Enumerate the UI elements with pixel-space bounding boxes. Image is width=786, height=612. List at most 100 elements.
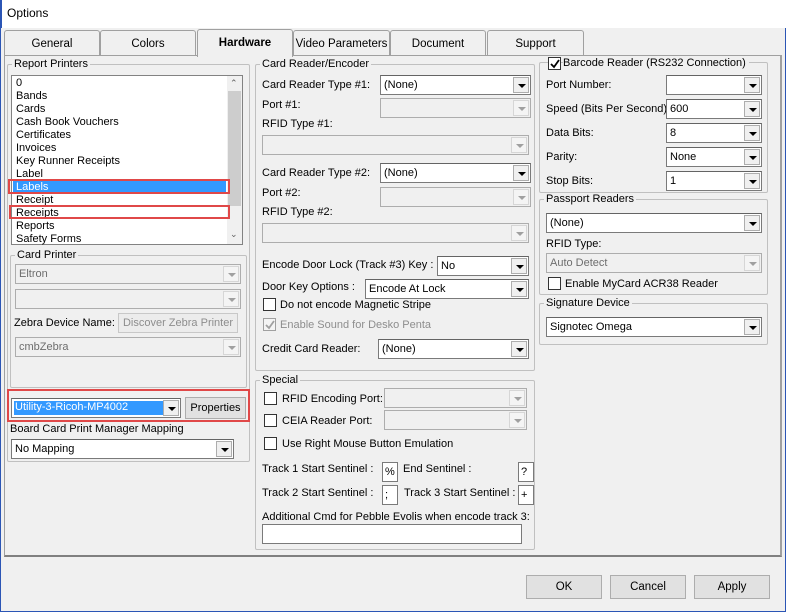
window-title: Options xyxy=(7,6,49,20)
card-reader-type2-select[interactable]: (None) xyxy=(380,163,531,183)
highlight-box-labels xyxy=(8,179,230,194)
chevron-down-icon[interactable] xyxy=(163,400,179,416)
chevron-down-icon[interactable] xyxy=(513,189,529,205)
apply-button[interactable]: Apply xyxy=(694,575,770,599)
chevron-down-icon[interactable] xyxy=(744,77,760,93)
desko-sound-checkbox[interactable] xyxy=(263,318,276,331)
parity-select[interactable]: None xyxy=(666,147,762,167)
port-number-select[interactable] xyxy=(666,75,762,95)
end-sentinel-input[interactable]: ? xyxy=(518,462,534,482)
chevron-down-icon[interactable] xyxy=(511,341,527,357)
chevron-down-icon[interactable] xyxy=(509,390,525,406)
ceia-reader-port-checkbox[interactable] xyxy=(264,414,277,427)
cancel-button[interactable]: Cancel xyxy=(610,575,686,599)
scroll-down-icon[interactable]: ⌄ xyxy=(230,229,238,240)
track1-sentinel-input[interactable]: % xyxy=(382,462,398,482)
rfid-type2-select[interactable] xyxy=(262,223,529,243)
door-lock-label: Encode Door Lock (Track #3) Key : xyxy=(262,259,434,271)
passport-readers-legend: Passport Readers xyxy=(546,193,635,205)
mycard-reader-checkbox[interactable] xyxy=(548,277,561,290)
tab-general[interactable]: General xyxy=(4,30,100,55)
card-reader-type1-select[interactable]: (None) xyxy=(380,75,531,95)
chevron-down-icon[interactable] xyxy=(744,125,760,141)
chevron-down-icon[interactable] xyxy=(223,291,239,307)
chevron-down-icon[interactable] xyxy=(744,255,760,271)
speed-select[interactable]: 600 xyxy=(666,99,762,119)
door-key-options-label: Door Key Options : xyxy=(262,281,355,293)
report-printer-item[interactable]: Invoices xyxy=(16,142,56,155)
card-reader-type1-label: Card Reader Type #1: xyxy=(262,79,371,91)
right-mouse-emulation-checkbox[interactable] xyxy=(264,437,277,450)
card-printer-secondary-select[interactable] xyxy=(15,289,241,309)
track1-sentinel-label: Track 1 Start Sentinel : xyxy=(262,463,374,475)
passport-rfid-type-select[interactable]: Auto Detect xyxy=(546,253,762,273)
tab-video-parameters[interactable]: Video Parameters xyxy=(293,30,390,55)
chevron-down-icon[interactable] xyxy=(744,149,760,165)
chevron-down-icon[interactable] xyxy=(744,173,760,189)
chevron-down-icon[interactable] xyxy=(511,281,527,297)
tab-document-scanner[interactable]: Document Scanner xyxy=(390,30,486,77)
chevron-down-icon[interactable] xyxy=(513,100,529,116)
track2-sentinel-input[interactable]: ; xyxy=(382,485,398,505)
report-printer-select[interactable]: Utility-3-Ricoh-MP4002 xyxy=(11,398,181,418)
discover-zebra-printer-button[interactable]: Discover Zebra Printer xyxy=(118,313,238,333)
track2-sentinel-label: Track 2 Start Sentinel : xyxy=(262,487,374,499)
track3-sentinel-input[interactable]: + xyxy=(518,485,534,505)
port2-select[interactable] xyxy=(380,187,531,207)
rfid-encoding-port-select[interactable] xyxy=(384,388,527,408)
signature-device-legend: Signature Device xyxy=(546,297,630,309)
options-dialog: Options General Colors Hardware Video Pa… xyxy=(0,0,786,612)
credit-card-reader-label: Credit Card Reader: xyxy=(262,343,361,355)
chevron-down-icon[interactable] xyxy=(223,266,239,282)
report-printer-item[interactable]: Certificates xyxy=(16,129,71,142)
report-printer-item[interactable]: Bands xyxy=(16,90,47,103)
passport-reader-select[interactable]: (None) xyxy=(546,213,762,233)
report-printer-item[interactable]: Reports xyxy=(16,220,55,233)
chevron-down-icon[interactable] xyxy=(511,258,527,274)
desko-sound-label: Enable Sound for Desko Penta xyxy=(280,319,432,331)
special-legend: Special xyxy=(262,374,299,386)
chevron-down-icon[interactable] xyxy=(216,441,232,457)
chevron-down-icon[interactable] xyxy=(744,101,760,117)
port1-select[interactable] xyxy=(380,98,531,118)
stop-bits-select[interactable]: 1 xyxy=(666,171,762,191)
chevron-down-icon[interactable] xyxy=(509,412,525,428)
door-lock-select[interactable]: No xyxy=(437,256,529,276)
chevron-down-icon[interactable] xyxy=(744,319,760,335)
report-printer-item[interactable]: Cards xyxy=(16,103,45,116)
chevron-down-icon[interactable] xyxy=(513,77,529,93)
no-mag-stripe-checkbox[interactable] xyxy=(263,298,276,311)
chevron-down-icon[interactable] xyxy=(511,137,527,153)
rfid-type1-select[interactable] xyxy=(262,135,529,155)
board-mapping-select[interactable]: No Mapping xyxy=(11,439,234,459)
report-printer-item[interactable]: 0 xyxy=(16,77,22,90)
report-printer-item[interactable]: Safety Forms xyxy=(16,233,81,246)
right-mouse-emulation-label: Use Right Mouse Button Emulation xyxy=(282,438,454,450)
title-bar: Options xyxy=(1,0,786,28)
properties-button[interactable]: Properties xyxy=(185,397,246,419)
scroll-up-icon[interactable]: ⌃ xyxy=(230,78,238,89)
report-printer-item[interactable]: Key Runner Receipts xyxy=(16,155,120,168)
track3-sentinel-label: Track 3 Start Sentinel : xyxy=(404,487,516,499)
tab-colors[interactable]: Colors xyxy=(100,30,196,55)
zebra-device-select[interactable]: cmbZebra xyxy=(15,337,241,357)
credit-card-reader-select[interactable]: (None) xyxy=(378,339,529,359)
door-key-options-select[interactable]: Encode At Lock xyxy=(365,279,529,299)
report-printer-item[interactable]: Cash Book Vouchers xyxy=(16,116,119,129)
tab-hardware[interactable]: Hardware xyxy=(197,29,293,57)
tab-support[interactable]: Support xyxy=(487,30,584,55)
chevron-down-icon[interactable] xyxy=(744,215,760,231)
pebble-cmd-input[interactable] xyxy=(262,524,522,544)
ceia-reader-port-select[interactable] xyxy=(384,410,527,430)
report-printers-list[interactable]: 0 Bands Cards Cash Book Vouchers Certificate… xyxy=(11,75,243,245)
chevron-down-icon[interactable] xyxy=(513,165,529,181)
rfid-encoding-port-checkbox[interactable] xyxy=(264,392,277,405)
data-bits-select[interactable]: 8 xyxy=(666,123,762,143)
chevron-down-icon[interactable] xyxy=(511,225,527,241)
card-printer-select[interactable]: Eltron xyxy=(15,264,241,284)
barcode-reader-checkbox[interactable] xyxy=(548,57,561,70)
signature-device-select[interactable]: Signotec Omega xyxy=(546,317,762,337)
ceia-reader-port-label: CEIA Reader Port: xyxy=(282,415,373,427)
ok-button[interactable]: OK xyxy=(526,575,602,599)
chevron-down-icon[interactable] xyxy=(223,339,239,355)
